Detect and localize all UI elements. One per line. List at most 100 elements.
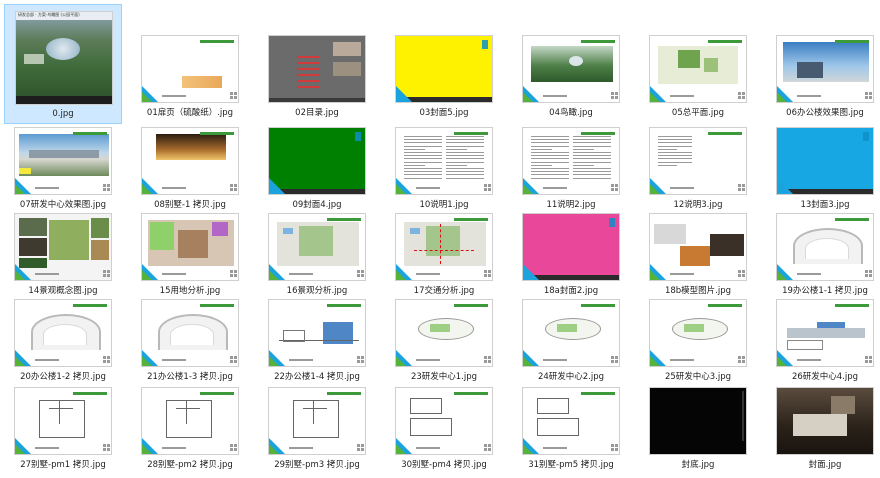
file-name[interactable]: 20办公楼1-2 拷贝.jpg xyxy=(4,370,122,382)
file-item[interactable]: 12说明3.jpg xyxy=(639,124,757,216)
file-thumbnail[interactable] xyxy=(649,213,747,281)
file-thumbnail[interactable] xyxy=(776,213,874,281)
file-name[interactable]: 27别墅-pm1 拷贝.jpg xyxy=(4,458,122,470)
file-item[interactable]: 08别墅-1 拷贝.jpg xyxy=(131,124,249,216)
file-item[interactable]: 01扉页（硫酸纸）.jpg xyxy=(131,32,249,124)
file-item[interactable]: 20办公楼1-2 拷贝.jpg xyxy=(4,296,122,388)
file-thumbnail[interactable] xyxy=(776,299,874,367)
file-thumbnail[interactable] xyxy=(776,127,874,195)
file-name[interactable]: 03封面5.jpg xyxy=(385,106,503,118)
file-thumbnail[interactable] xyxy=(395,127,493,195)
file-name[interactable]: 04鸟瞰.jpg xyxy=(512,106,630,118)
file-item[interactable]: 15用地分析.jpg xyxy=(131,210,249,302)
file-name[interactable]: 18b模型图片.jpg xyxy=(639,284,757,296)
file-thumbnail[interactable] xyxy=(395,35,493,103)
file-name[interactable]: 11说明2.jpg xyxy=(512,198,630,210)
file-item[interactable]: 17交通分析.jpg xyxy=(385,210,503,302)
file-item[interactable]: 26研发中心4.jpg xyxy=(766,296,880,388)
file-thumbnail[interactable] xyxy=(141,299,239,367)
file-name[interactable]: 17交通分析.jpg xyxy=(385,284,503,296)
file-name[interactable]: 26研发中心4.jpg xyxy=(766,370,880,382)
file-thumbnail[interactable] xyxy=(141,35,239,103)
file-name[interactable]: 21办公楼1-3 拷贝.jpg xyxy=(131,370,249,382)
file-name[interactable]: 25研发中心3.jpg xyxy=(639,370,757,382)
file-name[interactable]: 封面.jpg xyxy=(766,458,880,470)
file-name[interactable]: 08别墅-1 拷贝.jpg xyxy=(131,198,249,210)
file-thumbnail[interactable] xyxy=(141,387,239,455)
file-item[interactable]: 11说明2.jpg xyxy=(512,124,630,216)
file-name[interactable]: 15用地分析.jpg xyxy=(131,284,249,296)
file-name[interactable]: 0.jpg xyxy=(5,109,121,119)
file-thumbnail[interactable] xyxy=(395,213,493,281)
file-thumbnail[interactable] xyxy=(522,127,620,195)
file-item[interactable]: 29别墅-pm3 拷贝.jpg xyxy=(258,384,376,476)
file-item[interactable]: 06办公楼效果图.jpg xyxy=(766,32,880,124)
file-item[interactable]: 27别墅-pm1 拷贝.jpg xyxy=(4,384,122,476)
file-name[interactable]: 30别墅-pm4 拷贝.jpg xyxy=(385,458,503,470)
file-name[interactable]: 19办公楼1-1 拷贝.jpg xyxy=(766,284,880,296)
file-name[interactable]: 封底.jpg xyxy=(639,458,757,470)
file-item[interactable]: 14景观概念图.jpg xyxy=(4,210,122,302)
file-item[interactable]: 02目录.jpg xyxy=(258,32,376,124)
file-name[interactable]: 31别墅-pm5 拷贝.jpg xyxy=(512,458,630,470)
file-name[interactable]: 06办公楼效果图.jpg xyxy=(766,106,880,118)
file-item[interactable]: 16景观分析.jpg xyxy=(258,210,376,302)
file-item[interactable]: 09封面4.jpg xyxy=(258,124,376,216)
file-item[interactable]: 04鸟瞰.jpg xyxy=(512,32,630,124)
file-item[interactable]: 21办公楼1-3 拷贝.jpg xyxy=(131,296,249,388)
file-thumbnail[interactable] xyxy=(268,35,366,103)
file-item[interactable]: 31别墅-pm5 拷贝.jpg xyxy=(512,384,630,476)
file-item[interactable]: 10说明1.jpg xyxy=(385,124,503,216)
file-item[interactable]: 18b模型图片.jpg xyxy=(639,210,757,302)
file-thumbnail[interactable] xyxy=(649,387,747,455)
file-name[interactable]: 12说明3.jpg xyxy=(639,198,757,210)
file-name[interactable]: 02目录.jpg xyxy=(258,106,376,118)
file-thumbnail[interactable] xyxy=(522,35,620,103)
file-name[interactable]: 05总平面.jpg xyxy=(639,106,757,118)
file-name[interactable]: 07研发中心效果图.jpg xyxy=(4,198,122,210)
file-thumbnail[interactable] xyxy=(141,213,239,281)
file-item[interactable]: 13封面3.jpg xyxy=(766,124,880,216)
file-thumbnail[interactable] xyxy=(649,35,747,103)
file-name[interactable]: 29别墅-pm3 拷贝.jpg xyxy=(258,458,376,470)
file-thumbnail[interactable] xyxy=(395,299,493,367)
file-name[interactable]: 24研发中心2.jpg xyxy=(512,370,630,382)
file-thumbnail[interactable] xyxy=(141,127,239,195)
file-item[interactable]: 22办公楼1-4 拷贝.jpg xyxy=(258,296,376,388)
file-name[interactable]: 16景观分析.jpg xyxy=(258,284,376,296)
file-item[interactable]: 23研发中心1.jpg xyxy=(385,296,503,388)
file-thumbnail[interactable] xyxy=(776,387,874,455)
file-name[interactable]: 18a封面2.jpg xyxy=(512,284,630,296)
file-thumbnail[interactable] xyxy=(268,299,366,367)
file-thumbnail[interactable]: 研发总部 · 方案-鸟瞰图 (公园平面) xyxy=(15,11,113,105)
file-item[interactable]: 03封面5.jpg xyxy=(385,32,503,124)
file-name[interactable]: 01扉页（硫酸纸）.jpg xyxy=(131,106,249,118)
file-thumbnail[interactable] xyxy=(268,213,366,281)
file-thumbnail[interactable] xyxy=(776,35,874,103)
file-name[interactable]: 09封面4.jpg xyxy=(258,198,376,210)
file-name[interactable]: 10说明1.jpg xyxy=(385,198,503,210)
file-item[interactable]: 28别墅-pm2 拷贝.jpg xyxy=(131,384,249,476)
file-thumbnail[interactable] xyxy=(649,127,747,195)
file-item[interactable]: 07研发中心效果图.jpg xyxy=(4,124,122,216)
file-item[interactable]: 封底.jpg xyxy=(639,384,757,476)
file-item[interactable]: 25研发中心3.jpg xyxy=(639,296,757,388)
file-thumbnail[interactable] xyxy=(395,387,493,455)
file-item[interactable]: 研发总部 · 方案-鸟瞰图 (公园平面) 0.jpg xyxy=(4,4,122,124)
file-name[interactable]: 13封面3.jpg xyxy=(766,198,880,210)
file-thumbnail[interactable] xyxy=(14,127,112,195)
file-item[interactable]: 18a封面2.jpg xyxy=(512,210,630,302)
file-item[interactable]: 30别墅-pm4 拷贝.jpg xyxy=(385,384,503,476)
file-item[interactable]: 19办公楼1-1 拷贝.jpg xyxy=(766,210,880,302)
file-thumbnail[interactable] xyxy=(522,299,620,367)
file-item[interactable]: 05总平面.jpg xyxy=(639,32,757,124)
file-thumbnail[interactable] xyxy=(522,387,620,455)
file-thumbnail[interactable] xyxy=(14,299,112,367)
file-thumbnail[interactable] xyxy=(522,213,620,281)
file-thumbnail[interactable] xyxy=(14,213,112,281)
file-thumbnail[interactable] xyxy=(649,299,747,367)
file-name[interactable]: 14景观概念图.jpg xyxy=(4,284,122,296)
file-name[interactable]: 28别墅-pm2 拷贝.jpg xyxy=(131,458,249,470)
file-thumbnail[interactable] xyxy=(268,387,366,455)
file-thumbnail[interactable] xyxy=(268,127,366,195)
